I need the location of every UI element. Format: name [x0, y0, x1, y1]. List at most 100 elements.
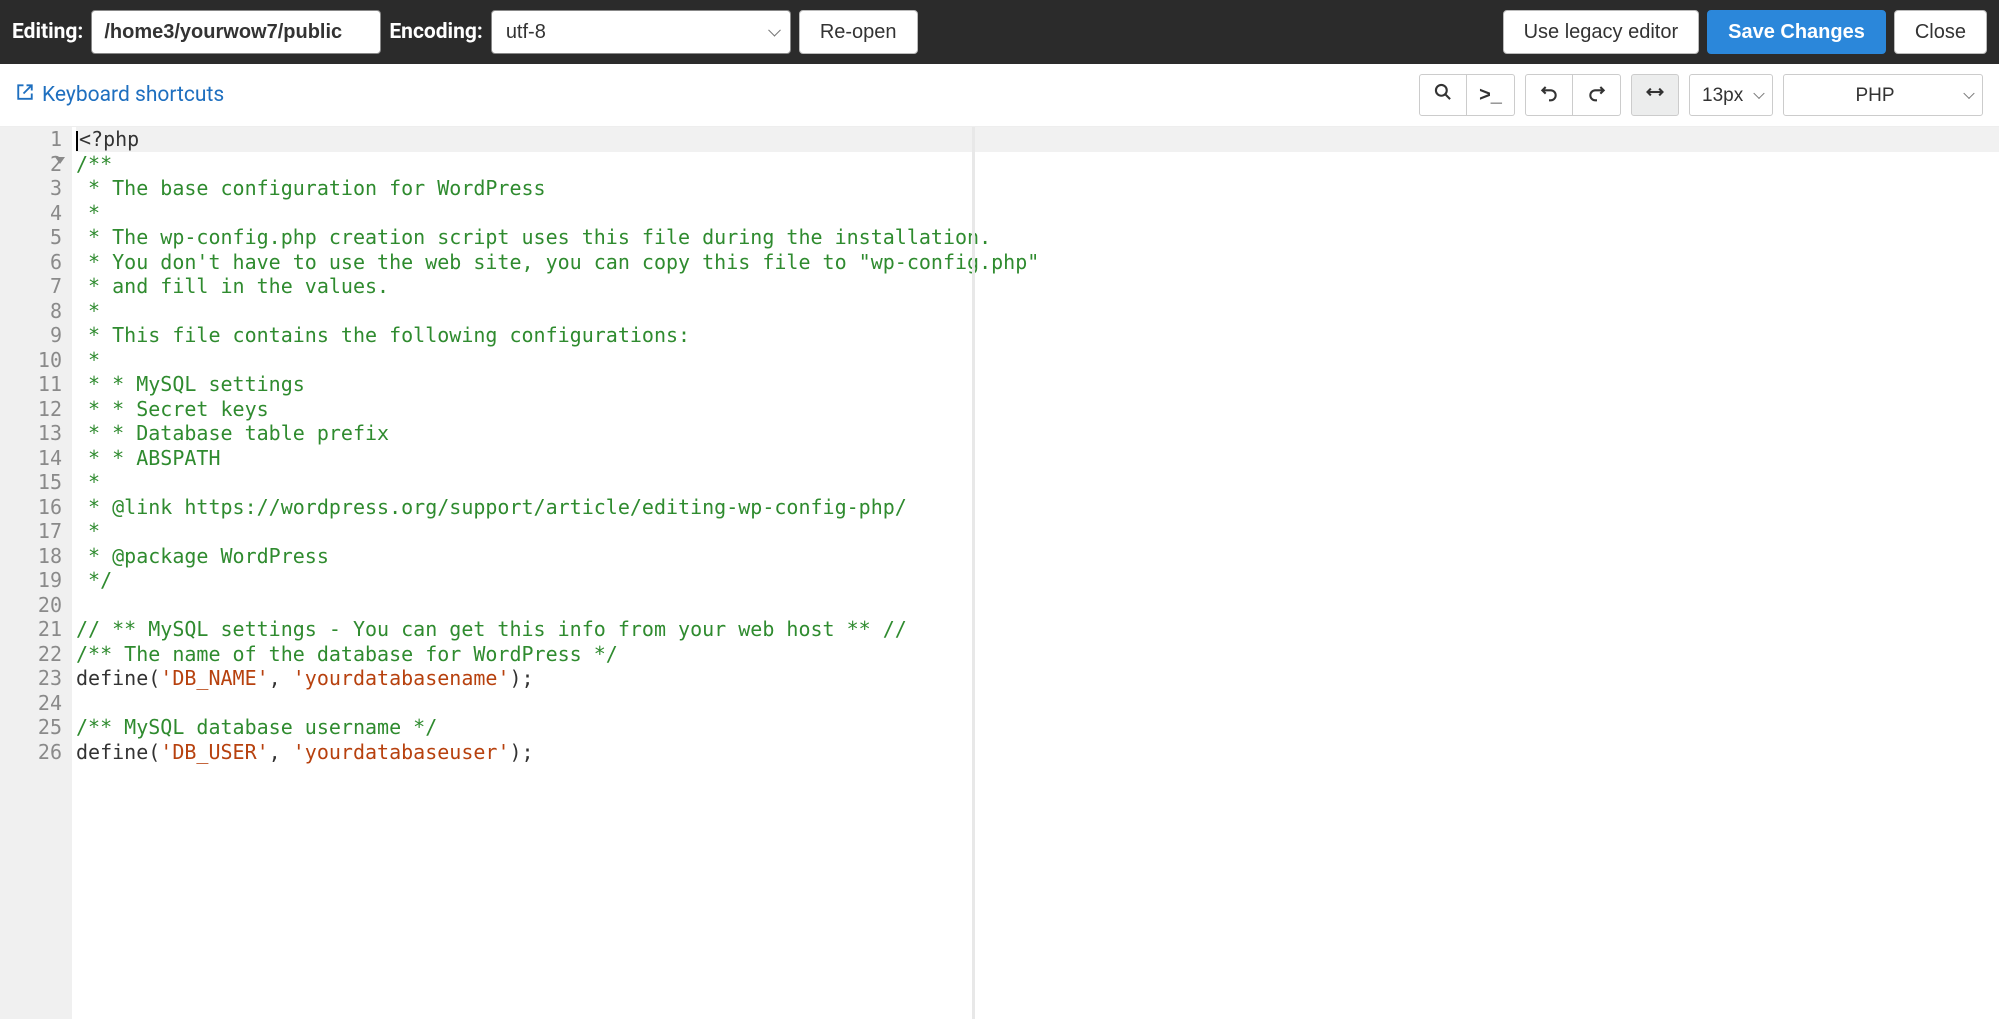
print-margin-line [972, 127, 975, 1019]
code-line[interactable]: * @link https://wordpress.org/support/ar… [76, 495, 1999, 520]
code-token: define( [76, 740, 160, 764]
code-token: * The base configuration for WordPress [76, 176, 546, 200]
line-number: 9 [4, 323, 62, 348]
line-number: 13 [4, 421, 62, 446]
code-token: * [76, 348, 100, 372]
code-line[interactable]: define('DB_USER', 'yourdatabaseuser'); [76, 740, 1999, 765]
code-token: /** [76, 152, 112, 176]
code-line[interactable]: * The wp-config.php creation script uses… [76, 225, 1999, 250]
encoding-select[interactable]: utf-8 [491, 10, 791, 54]
line-number: 24 [4, 691, 62, 716]
line-number: 11 [4, 372, 62, 397]
line-number: 8 [4, 299, 62, 324]
code-line[interactable]: * @package WordPress [76, 544, 1999, 569]
keyboard-shortcuts-link[interactable]: Keyboard shortcuts [16, 83, 224, 107]
line-number: 7 [4, 274, 62, 299]
save-changes-button[interactable]: Save Changes [1707, 10, 1886, 54]
code-line[interactable]: <?php [76, 127, 1999, 152]
line-number: 1 [4, 127, 62, 152]
code-token: * The wp-config.php creation script uses… [76, 225, 991, 249]
line-number: 26 [4, 740, 62, 765]
language-select[interactable]: PHP [1783, 74, 1983, 116]
file-path-input[interactable] [91, 10, 381, 54]
code-line[interactable]: * * Database table prefix [76, 421, 1999, 446]
line-number: 17 [4, 519, 62, 544]
code-line[interactable]: * This file contains the following confi… [76, 323, 1999, 348]
code-token: 'DB_USER' [160, 740, 268, 764]
code-line[interactable]: * * Secret keys [76, 397, 1999, 422]
terminal-button[interactable]: >_ [1467, 74, 1515, 116]
code-token: ); [510, 740, 534, 764]
code-token: /** MySQL database username */ [76, 715, 437, 739]
code-line[interactable]: * [76, 299, 1999, 324]
external-link-icon [16, 83, 34, 107]
code-line[interactable]: * and fill in the values. [76, 274, 1999, 299]
code-line[interactable]: define('DB_NAME', 'yourdatabasename'); [76, 666, 1999, 691]
code-line[interactable]: */ [76, 568, 1999, 593]
code-line[interactable]: * [76, 201, 1999, 226]
code-line[interactable]: * * ABSPATH [76, 446, 1999, 471]
code-editor[interactable]: 1234567891011121314151617181920212223242… [0, 127, 1999, 1019]
fold-marker-icon[interactable] [55, 157, 65, 164]
close-button[interactable]: Close [1894, 10, 1987, 54]
undo-icon [1539, 82, 1559, 108]
code-token: <?php [79, 127, 139, 151]
code-token: , [269, 666, 293, 690]
code-line[interactable]: /** MySQL database username */ [76, 715, 1999, 740]
code-token: * [76, 470, 100, 494]
code-line[interactable] [76, 593, 1999, 618]
reopen-button[interactable]: Re-open [799, 10, 918, 54]
code-line[interactable]: // ** MySQL settings - You can get this … [76, 617, 1999, 642]
line-number: 12 [4, 397, 62, 422]
code-line[interactable]: * [76, 348, 1999, 373]
code-token: ); [510, 666, 534, 690]
code-line[interactable]: * [76, 519, 1999, 544]
code-line[interactable]: * The base configuration for WordPress [76, 176, 1999, 201]
line-number: 25 [4, 715, 62, 740]
code-token: * [76, 299, 100, 323]
code-token: * [76, 201, 100, 225]
text-cursor [76, 131, 78, 151]
code-token: 'yourdatabasename' [293, 666, 510, 690]
code-token: // ** MySQL settings - You can get this … [76, 617, 907, 641]
search-button[interactable] [1419, 74, 1467, 116]
line-number: 5 [4, 225, 62, 250]
code-token: /** The name of the database for WordPre… [76, 642, 618, 666]
wrap-toggle-button[interactable] [1631, 74, 1679, 116]
code-token: * * ABSPATH [76, 446, 221, 470]
redo-icon [1587, 82, 1607, 108]
line-number-gutter: 1234567891011121314151617181920212223242… [0, 127, 72, 1019]
legacy-editor-button[interactable]: Use legacy editor [1503, 10, 1700, 54]
terminal-icon: >_ [1479, 84, 1502, 107]
code-line[interactable]: /** The name of the database for WordPre… [76, 642, 1999, 667]
code-token: * [76, 519, 100, 543]
line-number: 16 [4, 495, 62, 520]
code-line[interactable]: * You don't have to use the web site, yo… [76, 250, 1999, 275]
top-toolbar: Editing: Encoding: utf-8 Re-open Use leg… [0, 0, 1999, 64]
code-token: * @package WordPress [76, 544, 329, 568]
code-token: 'DB_NAME' [160, 666, 268, 690]
redo-button[interactable] [1573, 74, 1621, 116]
line-number: 10 [4, 348, 62, 373]
undo-button[interactable] [1525, 74, 1573, 116]
code-line[interactable]: * [76, 470, 1999, 495]
code-line[interactable]: /** [76, 152, 1999, 177]
font-size-select[interactable]: 13px [1689, 74, 1773, 116]
code-line[interactable]: * * MySQL settings [76, 372, 1999, 397]
code-area[interactable]: <?php/** * The base configuration for Wo… [72, 127, 1999, 1019]
line-number: 15 [4, 470, 62, 495]
keyboard-shortcuts-label: Keyboard shortcuts [42, 83, 224, 107]
arrows-horizontal-icon [1645, 82, 1665, 108]
code-token: 'yourdatabaseuser' [293, 740, 510, 764]
line-number: 20 [4, 593, 62, 618]
line-number: 2 [4, 152, 62, 177]
code-token: define( [76, 666, 160, 690]
line-number: 6 [4, 250, 62, 275]
code-token: * and fill in the values. [76, 274, 389, 298]
code-token: * @link https://wordpress.org/support/ar… [76, 495, 907, 519]
line-number: 14 [4, 446, 62, 471]
code-token: * * Secret keys [76, 397, 269, 421]
line-number: 21 [4, 617, 62, 642]
code-line[interactable] [76, 691, 1999, 716]
code-token: * * MySQL settings [76, 372, 305, 396]
